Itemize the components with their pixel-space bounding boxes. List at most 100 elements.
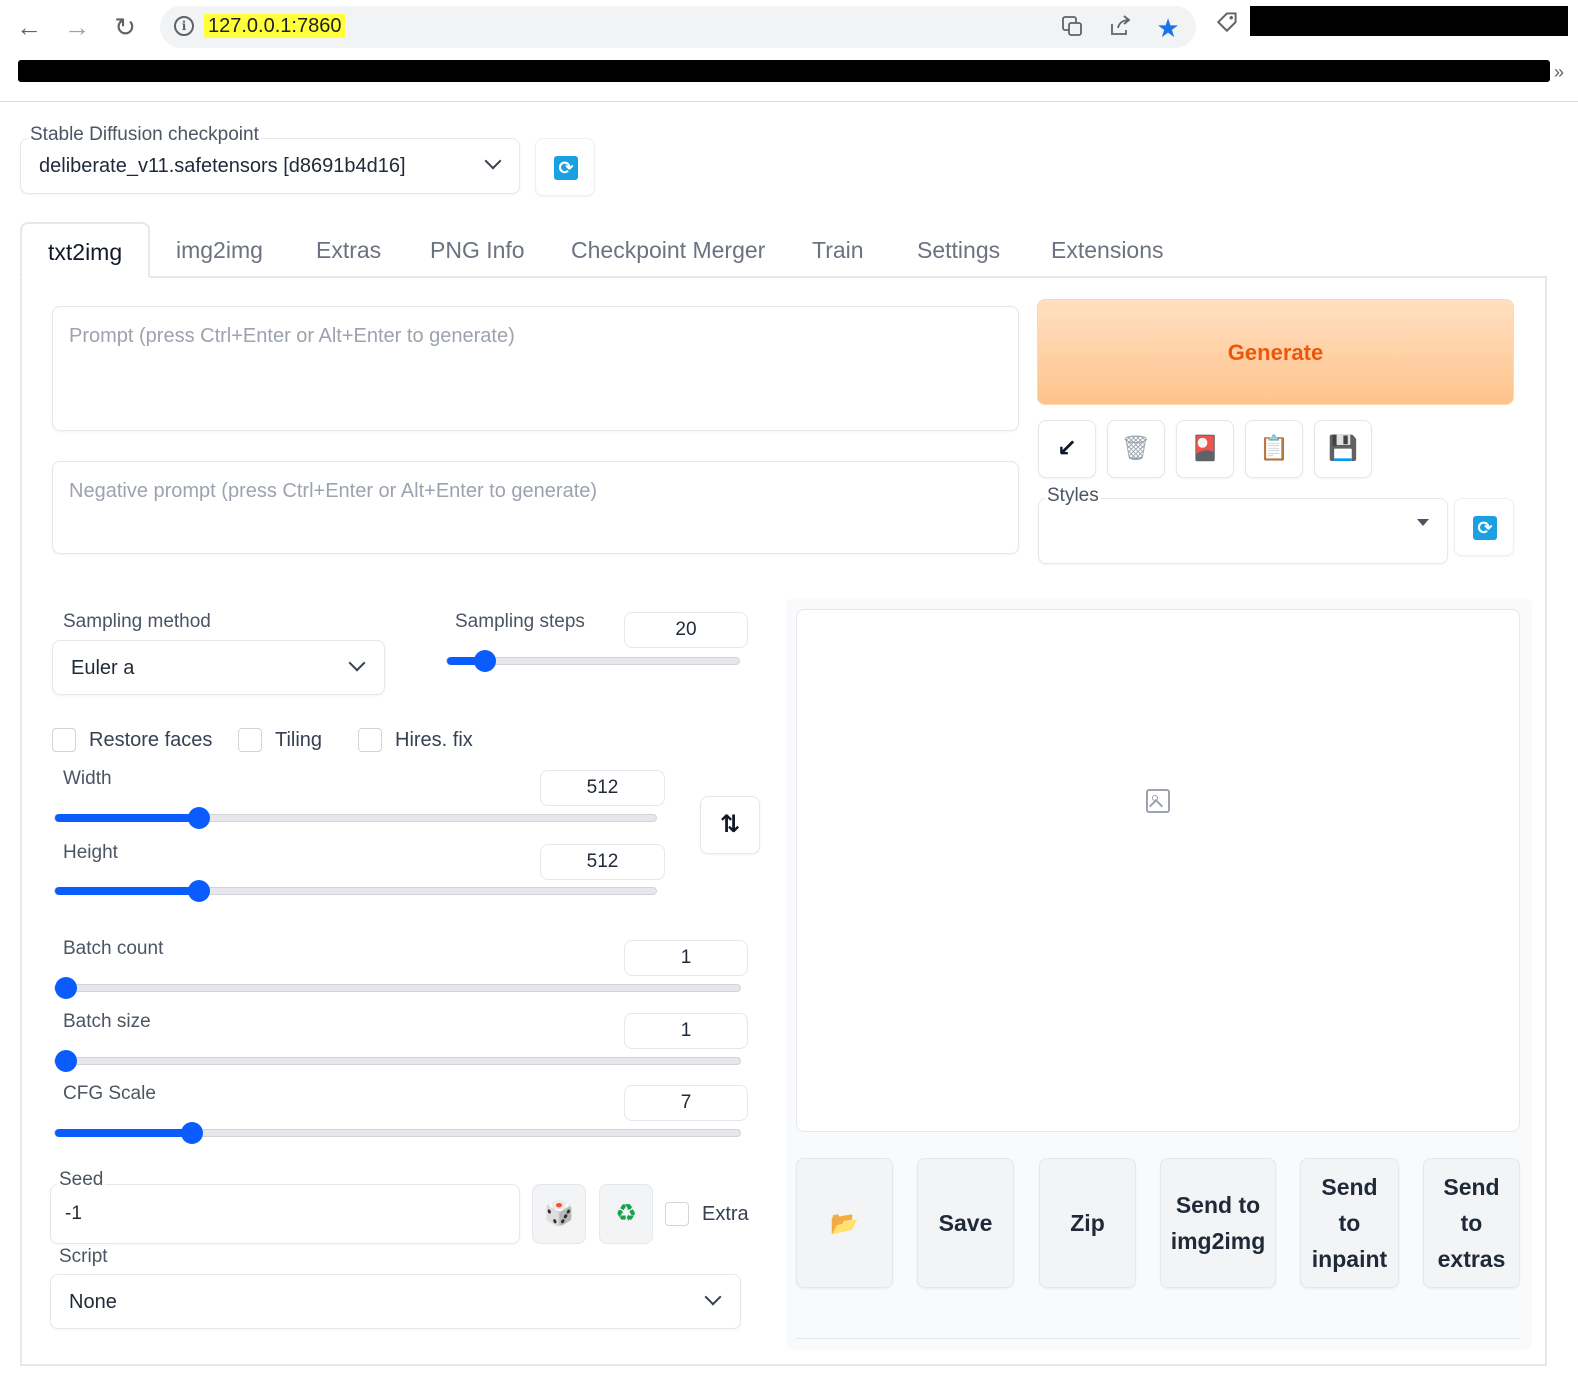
bookmarks-bar <box>0 56 1578 102</box>
send-to-inpaint-button[interactable]: Send to inpaint <box>1300 1158 1399 1288</box>
browser-toolbar: ← → ↻ i 127.0.0.1:7860 ★ <box>0 0 1578 56</box>
swap-dimensions-icon[interactable]: ⇅ <box>700 796 760 854</box>
reload-icon[interactable]: ↻ <box>108 10 142 44</box>
slider-handle[interactable] <box>55 977 77 999</box>
refresh-icon: ⟳ <box>554 156 578 180</box>
send-to-img2img-button[interactable]: Send to img2img <box>1160 1158 1276 1288</box>
tab-extensions[interactable]: Extensions <box>1025 222 1190 278</box>
batch-count-input[interactable]: 1 <box>624 940 748 976</box>
styles-dropdown[interactable] <box>1038 498 1448 564</box>
sampling-method-dropdown[interactable]: Euler a <box>52 640 385 695</box>
negative-prompt-placeholder: Negative prompt (press Ctrl+Enter or Alt… <box>69 480 598 502</box>
open-folder-icon[interactable]: 📂 <box>796 1158 893 1288</box>
checkpoint-label: Stable Diffusion checkpoint <box>28 124 261 146</box>
send-to-extras-button[interactable]: Send to extras <box>1423 1158 1520 1288</box>
hires-fix-checkbox[interactable] <box>358 728 382 752</box>
restore-faces-checkbox[interactable] <box>52 728 76 752</box>
sampling-steps-input[interactable]: 20 <box>624 612 748 648</box>
random-seed-icon[interactable]: 🎲 <box>532 1184 586 1244</box>
batch-size-input[interactable]: 1 <box>624 1013 748 1049</box>
seed-label: Seed <box>57 1169 106 1191</box>
share-icon[interactable] <box>1106 14 1134 42</box>
back-icon[interactable]: ← <box>12 10 46 44</box>
save-style-icon[interactable]: 💾 <box>1314 420 1372 478</box>
chevron-down-icon <box>348 654 366 672</box>
batch-size-slider[interactable] <box>54 1050 741 1072</box>
slider-fill <box>55 1129 192 1137</box>
sampling-method-label: Sampling method <box>61 611 213 633</box>
seed-input[interactable]: -1 <box>50 1184 520 1244</box>
cfg-scale-label: CFG Scale <box>61 1083 158 1105</box>
bookmark-star-icon[interactable]: ★ <box>1154 14 1182 42</box>
extension-tag-icon[interactable] <box>1214 8 1242 36</box>
height-slider[interactable] <box>54 880 657 902</box>
tiling-label: Tiling <box>275 729 323 751</box>
batch-count-label: Batch count <box>61 938 166 960</box>
trash-icon[interactable]: 🗑 <box>1107 420 1165 478</box>
tab-img2img[interactable]: img2img <box>150 222 289 278</box>
height-label: Height <box>61 842 120 864</box>
redacted-bookmarks <box>18 60 1550 82</box>
prompt-placeholder: Prompt (press Ctrl+Enter or Alt+Enter to… <box>69 325 515 347</box>
width-label: Width <box>61 768 114 790</box>
slider-fill <box>55 814 200 822</box>
translate-icon[interactable] <box>1058 14 1086 42</box>
extra-seed-label: Extra <box>702 1203 749 1225</box>
tiling-checkbox[interactable] <box>238 728 262 752</box>
batch-size-label: Batch size <box>61 1011 153 1033</box>
output-divider <box>796 1338 1520 1339</box>
extra-seed-checkbox[interactable] <box>665 1202 689 1226</box>
script-value: None <box>69 1291 117 1313</box>
caret-down-icon <box>1417 519 1429 526</box>
negative-prompt-input[interactable]: Negative prompt (press Ctrl+Enter or Alt… <box>52 461 1019 554</box>
save-button[interactable]: Save <box>917 1158 1014 1288</box>
zip-button[interactable]: Zip <box>1039 1158 1136 1288</box>
tab-extras[interactable]: Extras <box>290 222 407 278</box>
width-slider[interactable] <box>54 807 657 829</box>
sampling-steps-label: Sampling steps <box>453 611 587 633</box>
height-input[interactable]: 512 <box>540 844 665 880</box>
reuse-seed-icon[interactable]: ♻ <box>599 1184 653 1244</box>
slider-handle[interactable] <box>473 650 496 672</box>
checkpoint-dropdown[interactable]: deliberate_v11.safetensors [d8691b4d16] <box>20 138 520 194</box>
width-input[interactable]: 512 <box>540 770 665 806</box>
forward-icon[interactable]: → <box>60 10 94 44</box>
prompt-input[interactable]: Prompt (press Ctrl+Enter or Alt+Enter to… <box>52 306 1019 431</box>
tab-png-info[interactable]: PNG Info <box>404 222 551 278</box>
chevron-down-icon <box>704 1288 722 1306</box>
styles-label: Styles <box>1045 485 1101 507</box>
script-label: Script <box>57 1246 110 1268</box>
checkpoint-value: deliberate_v11.safetensors [d8691b4d16] <box>39 155 406 177</box>
cfg-scale-input[interactable]: 7 <box>624 1085 748 1121</box>
refresh-icon: ⟳ <box>1473 516 1497 540</box>
styles-refresh-button[interactable]: ⟳ <box>1454 498 1514 556</box>
image-gallery <box>796 609 1520 1132</box>
slider-fill <box>55 887 200 895</box>
redacted-extensions <box>1250 6 1568 36</box>
seed-value: -1 <box>65 1203 82 1224</box>
url-text: 127.0.0.1:7860 <box>204 14 346 38</box>
read-params-button[interactable]: ↙ <box>1038 420 1096 478</box>
tab-settings[interactable]: Settings <box>891 222 1026 278</box>
hires-fix-label: Hires. fix <box>395 729 473 751</box>
image-placeholder-icon <box>1146 789 1170 814</box>
address-bar[interactable]: i 127.0.0.1:7860 ★ <box>160 6 1196 48</box>
script-dropdown[interactable]: None <box>50 1274 741 1329</box>
clipboard-icon[interactable]: 📋 <box>1245 420 1303 478</box>
restore-faces-label: Restore faces <box>89 729 213 751</box>
bookmarks-more-icon[interactable]: » <box>1554 62 1564 83</box>
slider-handle[interactable] <box>181 1122 203 1144</box>
cfg-scale-slider[interactable] <box>54 1122 741 1144</box>
generate-button[interactable]: Generate <box>1037 299 1514 405</box>
extra-networks-icon[interactable]: 🎴 <box>1176 420 1234 478</box>
checkpoint-refresh-button[interactable]: ⟳ <box>535 138 595 196</box>
site-info-icon[interactable]: i <box>174 16 194 36</box>
tab-checkpoint-merger[interactable]: Checkpoint Merger <box>545 222 791 278</box>
sampling-method-value: Euler a <box>71 657 135 679</box>
batch-count-slider[interactable] <box>54 977 741 999</box>
sampling-steps-slider[interactable] <box>446 650 740 672</box>
tab-train[interactable]: Train <box>786 222 890 278</box>
chevron-down-icon <box>484 152 502 170</box>
tab-txt2img[interactable]: txt2img <box>20 222 151 278</box>
slider-handle[interactable] <box>55 1050 77 1072</box>
